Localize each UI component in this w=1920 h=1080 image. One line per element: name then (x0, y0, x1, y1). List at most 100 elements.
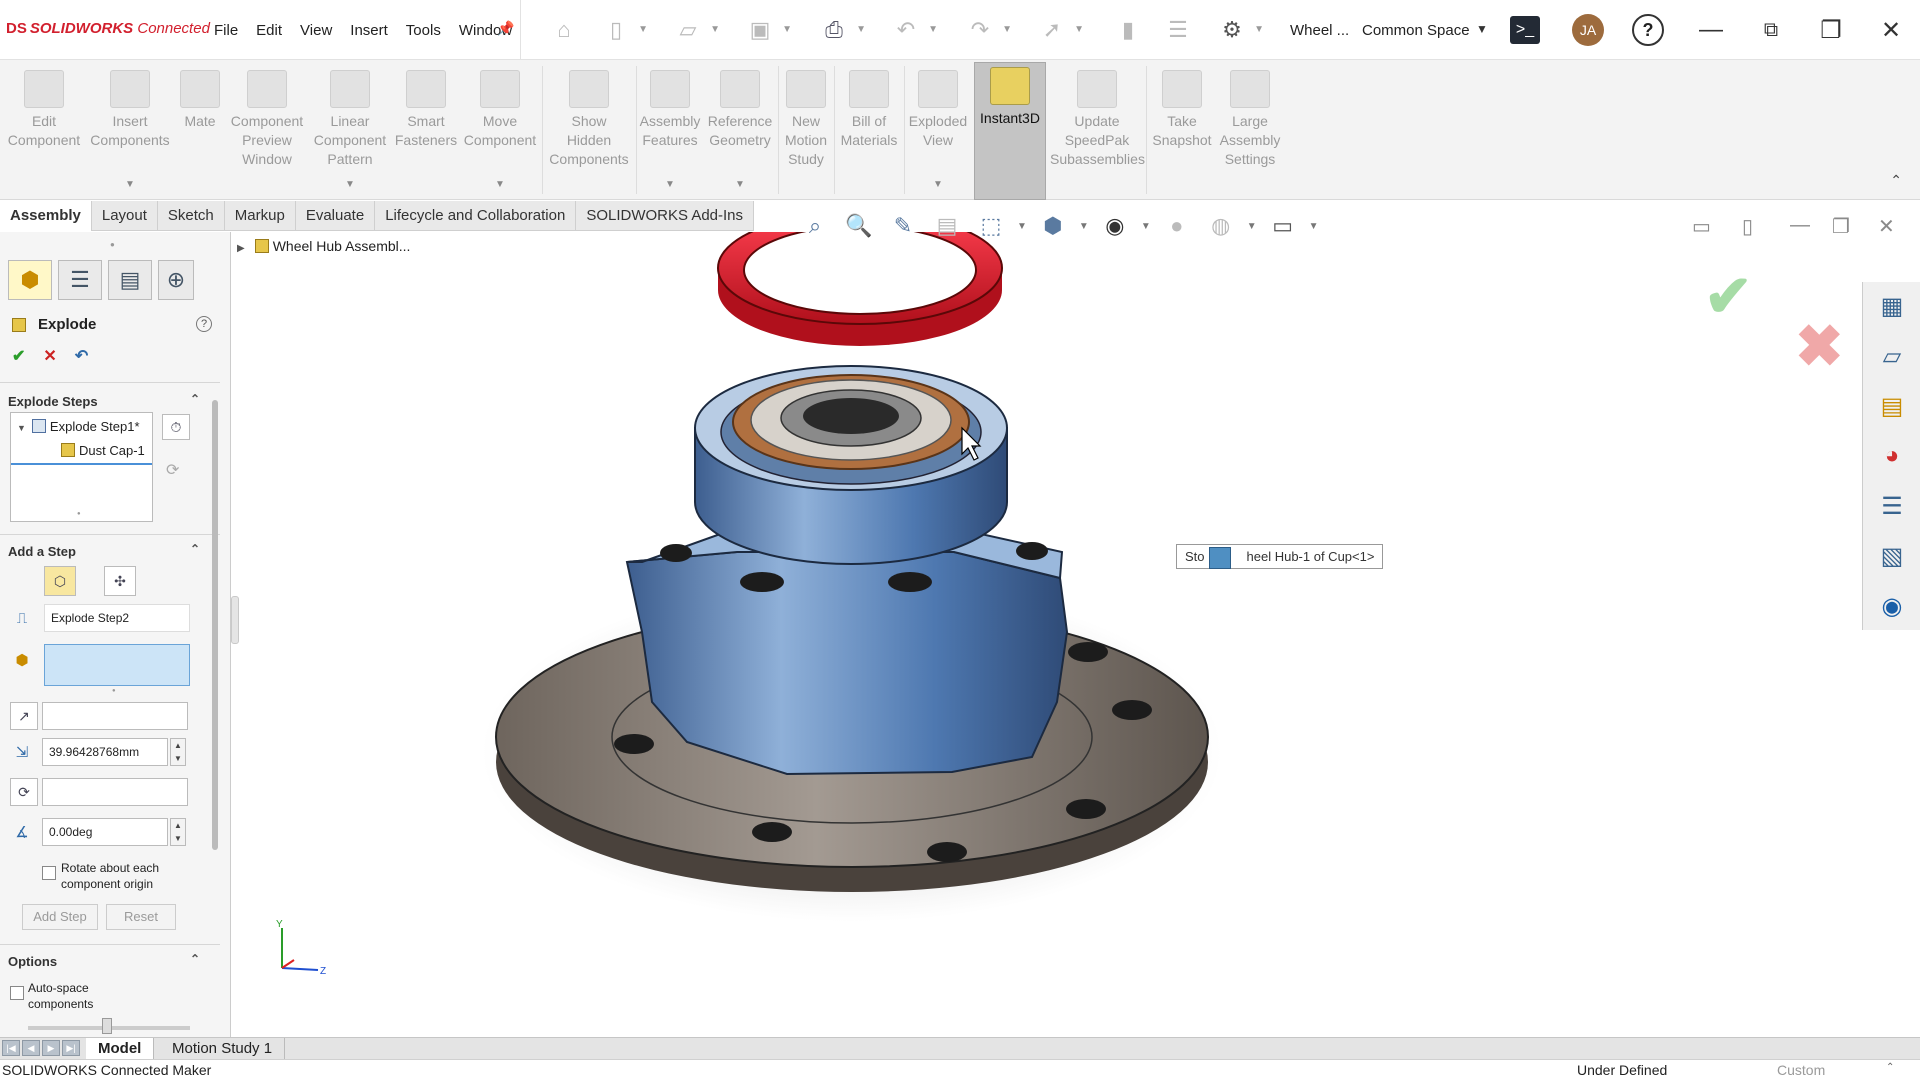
first-tab-icon[interactable]: |◀ (2, 1040, 20, 1056)
show-hidden-components-button[interactable]: Show Hidden Components (546, 66, 632, 192)
step-name-field[interactable]: Explode Step2 (44, 604, 190, 632)
viewport-close-icon[interactable]: ✕ (1878, 214, 1895, 239)
menu-view[interactable]: View (300, 22, 332, 39)
hide-show-items-icon[interactable]: ◉ (1095, 208, 1135, 244)
regular-step-icon[interactable]: ⬡ (44, 566, 76, 596)
open-folder-icon[interactable]: ▱ ▼ (670, 12, 720, 48)
chevron-down-icon[interactable]: ▼ (17, 423, 26, 433)
zoom-to-fit-icon[interactable]: ⌕ (795, 208, 835, 244)
take-snapshot-button[interactable]: Take Snapshot (1150, 66, 1214, 192)
rotation-axis-icon[interactable]: ⟳ (10, 778, 38, 806)
edit-appearance-icon[interactable]: ● (1157, 208, 1197, 244)
app-logo[interactable]: DS SOLIDWORKS Connected (6, 20, 210, 37)
reference-geometry-button[interactable]: Reference Geometry ▼ (704, 66, 776, 192)
chevron-up-icon[interactable]: ⌃ (190, 392, 200, 406)
chevron-down-icon[interactable]: ▼ (1247, 221, 1257, 232)
tab-sketch[interactable]: Sketch (157, 201, 225, 231)
pin-icon[interactable]: 📌 (497, 20, 514, 37)
chevron-down-icon[interactable]: ▼ (345, 175, 355, 194)
tab-assembly[interactable]: Assembly (0, 201, 92, 231)
redo-icon[interactable]: ↷ ▼ (962, 12, 1012, 48)
bearing-housing[interactable] (625, 551, 1069, 776)
menu-tools[interactable]: Tools (406, 22, 441, 39)
components-selection-box[interactable] (44, 644, 190, 686)
command-search-icon[interactable]: >_ (1510, 16, 1540, 44)
rotation-axis-field[interactable] (42, 778, 188, 806)
tree-item-explode-step1[interactable]: ▼ Explode Step1* (17, 419, 140, 434)
tab-layout[interactable]: Layout (91, 201, 158, 231)
chevron-up-icon[interactable]: ⌃ (190, 542, 200, 556)
chevron-down-icon[interactable]: ▼ (933, 175, 943, 194)
chevron-up-icon[interactable]: ⌃ (1890, 172, 1902, 189)
menu-edit[interactable]: Edit (256, 22, 282, 39)
radial-step-icon[interactable]: ✣ (104, 566, 136, 596)
configuration-manager-tab-icon[interactable]: ▤ (108, 260, 152, 300)
menu-file[interactable]: File (214, 22, 238, 39)
property-manager-tab-icon[interactable]: ☰ (58, 260, 102, 300)
reorder-step-icon[interactable]: ⏱ (162, 414, 190, 440)
ok-check-icon[interactable]: ✔ (12, 346, 25, 366)
file-properties-icon[interactable]: ☰ (1160, 12, 1196, 48)
dynamic-annotation-icon[interactable]: ⬚ (971, 208, 1011, 244)
options-gear-icon[interactable]: ⚙ ▼ (1214, 12, 1264, 48)
menu-insert[interactable]: Insert (350, 22, 388, 39)
direction-arrow-icon[interactable]: ↗ (10, 702, 38, 730)
exploded-view-button[interactable]: Exploded View ▼ (906, 66, 970, 192)
chevron-down-icon[interactable]: ▼ (495, 175, 505, 194)
regenerate-step-icon[interactable]: ⟳ (166, 460, 179, 480)
tab-motion-study-1[interactable]: Motion Study 1 (160, 1038, 286, 1060)
move-component-button[interactable]: Move Component ▼ (460, 66, 540, 192)
new-document-icon[interactable]: ▯ ▼ (598, 12, 648, 48)
wheel-hub-model[interactable] (232, 232, 1862, 1037)
help-icon[interactable]: ? (196, 316, 212, 332)
pm-scrollbar[interactable] (212, 400, 218, 850)
distance-spinner[interactable]: ▲ ▼ (170, 738, 186, 766)
explode-steps-list[interactable]: ▼ Explode Step1* Dust Cap-1 ● (10, 412, 153, 522)
zoom-to-area-icon[interactable]: 🔍 (839, 208, 879, 244)
chevron-down-icon[interactable]: ▼ (1141, 221, 1151, 232)
edit-component-button[interactable]: Edit Component (4, 66, 84, 192)
new-motion-study-button[interactable]: New Motion Study (780, 66, 832, 192)
rebuild-icon[interactable]: ▮ (1110, 12, 1146, 48)
cancel-x-icon[interactable]: ✕ (43, 346, 56, 366)
resize-grip[interactable]: ● (112, 688, 116, 694)
design-library-icon[interactable]: ▱ (1872, 336, 1912, 376)
graphics-area[interactable] (232, 232, 1862, 1037)
bill-of-materials-button[interactable]: Bill of Materials (836, 66, 902, 192)
status-units[interactable]: Custom (1777, 1062, 1825, 1078)
auto-space-slider-handle[interactable] (102, 1018, 112, 1034)
tab-addins[interactable]: SOLIDWORKS Add-Ins (576, 201, 755, 231)
select-cursor-icon[interactable]: ➚ ▼ (1034, 12, 1084, 48)
document-title[interactable]: Wheel ... (1290, 22, 1349, 39)
chevron-down-icon[interactable]: ▼ (1017, 221, 1027, 232)
angle-spinner[interactable]: ▲ ▼ (170, 818, 186, 846)
chevron-down-icon[interactable]: ▼ (1476, 22, 1488, 36)
auto-space-checkbox[interactable] (10, 986, 24, 1000)
add-step-button[interactable]: Add Step (22, 904, 98, 930)
section-view-icon[interactable]: ▤ (927, 208, 967, 244)
insert-components-button[interactable]: Insert Components ▼ (90, 66, 170, 192)
confirm-corner-cancel-icon[interactable]: ✖ (1795, 312, 1844, 380)
custom-properties-icon[interactable]: ☰ (1872, 486, 1912, 526)
feature-tree-breadcrumb[interactable]: ▶ Wheel Hub Assembl... (237, 238, 410, 254)
chevron-up-icon[interactable]: ⌃ (190, 952, 200, 966)
large-assembly-settings-button[interactable]: Large Assembly Settings (1216, 66, 1284, 192)
view-settings-icon[interactable]: ▭ (1263, 208, 1303, 244)
next-tab-icon[interactable]: ▶ (42, 1040, 60, 1056)
apply-scene-icon[interactable]: ◍ (1201, 208, 1241, 244)
confirm-corner-check-icon[interactable]: ✔ (1704, 262, 1753, 330)
chevron-down-icon[interactable]: ▼ (735, 175, 745, 194)
space-selector[interactable]: Common Space (1362, 22, 1470, 39)
tab-lifecycle[interactable]: Lifecycle and Collaboration (375, 201, 577, 231)
resize-grip[interactable]: ● (77, 511, 81, 517)
split-view-icon[interactable]: ▭ (1692, 214, 1711, 239)
previous-view-icon[interactable]: ✎ (883, 208, 923, 244)
tab-evaluate[interactable]: Evaluate (295, 201, 376, 231)
restore-icon[interactable]: ❐ (1814, 14, 1848, 46)
viewport-restore-icon[interactable]: ❐ (1832, 214, 1850, 239)
panel-grip[interactable]: ● (110, 240, 115, 249)
smart-fasteners-button[interactable]: Smart Fasteners (394, 66, 458, 192)
undo-icon[interactable]: ↶ ▼ (888, 12, 938, 48)
explode-direction-field[interactable] (42, 702, 188, 730)
update-speedpak-button[interactable]: Update SpeedPak Subassemblies (1050, 66, 1145, 192)
